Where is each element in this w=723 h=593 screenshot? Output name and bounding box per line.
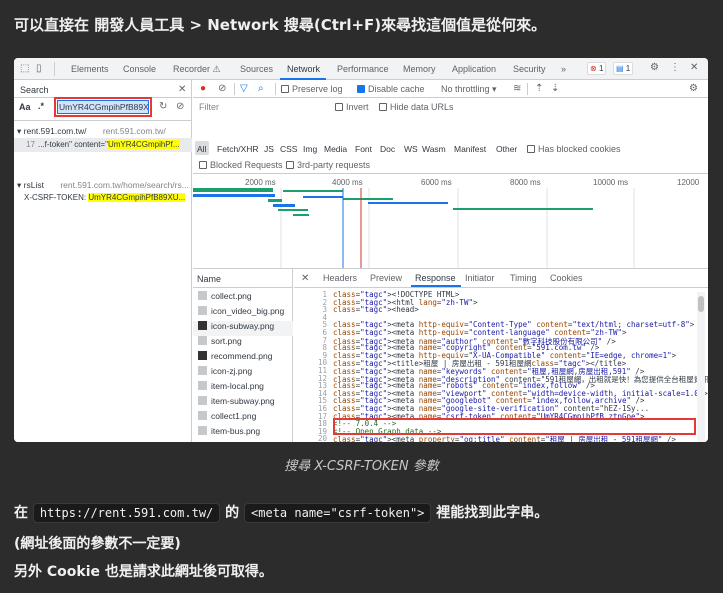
code-text: class="tagc"><meta property="og:title" c…	[333, 435, 676, 442]
code-line: 20 class="tagc"><meta property="og:title"…	[193, 434, 697, 442]
network-settings-gear-icon[interactable]: ⚙	[689, 83, 698, 95]
code-scrollbar[interactable]	[697, 292, 705, 442]
more-options-icon[interactable]: ⋮	[670, 62, 680, 74]
filter-type-ws[interactable]: WS	[404, 144, 418, 154]
tab-application[interactable]: Application	[452, 64, 496, 74]
timeline-tick: 10000 ms	[593, 178, 629, 187]
search-icon[interactable]: ⌕	[258, 83, 264, 95]
message-badge[interactable]: ▤ 1	[613, 62, 634, 75]
network-conditions-icon[interactable]: ≋	[513, 83, 521, 95]
third-party-requests-checkbox[interactable]: 3rd-party requests	[286, 160, 370, 170]
search-match: UmYR4CGmpihPfB89XU...	[88, 193, 186, 202]
csrf-token-highlight-box	[333, 418, 696, 435]
tab-elements[interactable]: Elements	[71, 64, 109, 74]
expand-arrow-icon: ▾	[17, 180, 24, 190]
tab-console[interactable]: Console	[123, 64, 156, 74]
import-har-icon[interactable]: ⇡	[535, 83, 543, 95]
filter-type-wasm[interactable]: Wasm	[422, 144, 446, 154]
inspect-icon[interactable]: ⬚	[20, 63, 29, 75]
article-heading: 可以直接在 開發人員工具 > Network 搜尋(Ctrl+F)來尋找這個值是…	[14, 16, 547, 34]
clear-icon[interactable]: ⊘	[176, 101, 184, 113]
filter-type-font[interactable]: Font	[355, 144, 372, 154]
invert-checkbox[interactable]: Invert	[335, 102, 369, 112]
detail-tab-initiator[interactable]: Initiator	[465, 273, 495, 283]
error-badge[interactable]: ⊗ 1	[587, 62, 607, 75]
search-panel: Search ✕ Aa .* UmYR4CGmpihPfB89XU ↻ ⊘ ▾ …	[14, 80, 192, 442]
timeline-tick: 4000 ms	[332, 178, 363, 187]
filter-type-fetch-xhr[interactable]: Fetch/XHR	[217, 144, 259, 154]
result-group-2[interactable]: ▾ rsList rent.591.com.tw/home/search/rs.…	[17, 180, 189, 191]
filter-type-js[interactable]: JS	[264, 144, 274, 154]
close-search-icon[interactable]: ✕	[178, 84, 186, 96]
match-case-toggle[interactable]: Aa	[19, 102, 31, 112]
tab-memory[interactable]: Memory	[403, 64, 436, 74]
timeline-tick: 6000 ms	[421, 178, 452, 187]
refresh-icon[interactable]: ↻	[159, 101, 167, 113]
message-icon: ▤	[616, 64, 624, 73]
detail-tab-response[interactable]: Response	[415, 273, 456, 283]
inline-code-meta: <meta name="csrf-token">	[244, 503, 432, 523]
filter-icon[interactable]: ▽	[240, 83, 248, 95]
has-blocked-cookies-checkbox[interactable]: Has blocked cookies	[527, 144, 621, 154]
record-icon[interactable]: ●	[200, 83, 206, 95]
filter-type-all[interactable]: All	[197, 144, 206, 154]
expand-arrow-icon: ▾	[17, 126, 24, 136]
result-line-selected[interactable]: 17 ...f-token" content="UmYR4CGmpihPf...	[14, 138, 192, 152]
close-detail-icon[interactable]: ✕	[301, 273, 309, 285]
timeline-tick: 12000	[677, 178, 700, 187]
detail-tab-timing[interactable]: Timing	[510, 273, 537, 283]
clear-log-icon[interactable]: ⊘	[218, 83, 226, 95]
devtools-screenshot: ⬚ ▯ Elements Console Recorder ⚠ Sources …	[14, 58, 708, 442]
timeline-overview-graph[interactable]	[193, 188, 708, 268]
more-tabs-button[interactable]: »	[561, 64, 566, 74]
figure-caption: 搜尋 X-CSRF-TOKEN 參數	[284, 459, 439, 474]
filter-input[interactable]: Filter	[199, 102, 219, 112]
timeline-tick: 8000 ms	[510, 178, 541, 187]
result-line[interactable]: X-CSRF-TOKEN: UmYR4CGmpihPfB89XU...	[24, 193, 186, 202]
close-icon[interactable]: ✕	[690, 62, 698, 74]
paragraph-line-3: 另外 Cookie 也是請求此網址後可取得。	[14, 564, 273, 580]
line-number: 20	[317, 434, 327, 442]
throttling-select[interactable]: No throttling ▾	[441, 84, 497, 95]
devtools-tabbar: ⬚ ▯ Elements Console Recorder ⚠ Sources …	[14, 58, 708, 80]
filter-type-manifest[interactable]: Manifest	[454, 144, 486, 154]
tab-security[interactable]: Security	[513, 64, 546, 74]
regex-toggle[interactable]: .*	[38, 101, 44, 111]
search-match: UmYR4CGmpihPf...	[107, 140, 180, 149]
network-panel: ● ⊘ ▽ ⌕ Preserve log Disable cache No th…	[193, 80, 708, 442]
detail-tab-cookies[interactable]: Cookies	[550, 273, 583, 283]
filter-type-media[interactable]: Media	[324, 144, 347, 154]
tab-performance[interactable]: Performance	[337, 64, 389, 74]
settings-gear-icon[interactable]: ⚙	[650, 62, 659, 74]
detail-tab-preview[interactable]: Preview	[370, 273, 402, 283]
tab-network[interactable]: Network	[287, 64, 320, 74]
blocked-requests-checkbox[interactable]: Blocked Requests	[199, 160, 283, 170]
filter-type-img[interactable]: Img	[303, 144, 317, 154]
tab-recorder[interactable]: Recorder ⚠	[173, 64, 221, 75]
result-group-1[interactable]: ▾ rent.591.com.tw/ rent.591.com.tw/	[17, 126, 166, 137]
filter-type-css[interactable]: CSS	[280, 144, 297, 154]
inline-code-url: https://rent.591.com.tw/	[32, 503, 221, 523]
paragraph-line-2: (網址後面的參數不一定要)	[14, 536, 181, 552]
paragraph-line-1: 在 https://rent.591.com.tw/ 的 <meta name=…	[14, 503, 549, 523]
disable-cache-checkbox[interactable]: Disable cache	[357, 84, 425, 94]
detail-tab-headers[interactable]: Headers	[323, 273, 357, 283]
error-icon: ⊗	[590, 64, 597, 73]
preserve-log-checkbox[interactable]: Preserve log	[281, 84, 343, 94]
search-input[interactable]: UmYR4CGmpihPfB89XU	[57, 100, 149, 114]
hide-data-urls-checkbox[interactable]: Hide data URLs	[379, 102, 454, 112]
timeline-tick: 2000 ms	[245, 178, 276, 187]
device-toolbar-icon[interactable]: ▯	[36, 63, 42, 75]
search-panel-title: Search	[20, 85, 49, 95]
filter-type-other[interactable]: Other	[496, 144, 517, 154]
export-har-icon[interactable]: ⇣	[551, 83, 559, 95]
tab-sources[interactable]: Sources	[240, 64, 273, 74]
filter-type-doc[interactable]: Doc	[380, 144, 395, 154]
name-column-header[interactable]: Name	[197, 274, 221, 284]
